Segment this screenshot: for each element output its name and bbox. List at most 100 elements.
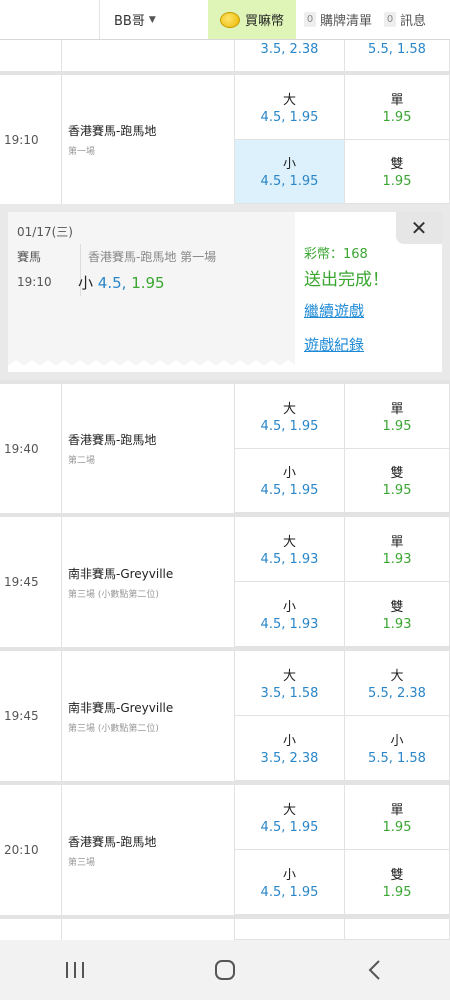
- odds-value: 1.95: [382, 483, 412, 499]
- odds-cell-small[interactable]: 小 4.5, 1.93: [235, 582, 345, 647]
- race-time: [0, 40, 62, 71]
- odds-cell-small[interactable]: 小 3.5, 2.38: [235, 716, 345, 781]
- odds-value: 5.5, 2.38: [368, 686, 426, 701]
- odds-cell-big[interactable]: 大 4.5, 1.95: [235, 384, 345, 449]
- odds-value: 5.5, 1.58: [368, 42, 426, 57]
- odds-cell-small[interactable]: 小 4.5, 1.95: [235, 448, 345, 513]
- bet-date: 01/17(三): [17, 225, 73, 239]
- odds-cell-big-alt[interactable]: 大 5.5, 2.38: [345, 651, 450, 716]
- home-icon: [215, 960, 235, 980]
- odds-value: 1.95: [382, 109, 412, 125]
- odds-cell-even[interactable]: 雙 1.95: [345, 448, 450, 513]
- odds-label: 小: [282, 868, 296, 883]
- bet-sport: 賽馬: [17, 250, 42, 264]
- recent-apps-button[interactable]: [35, 950, 115, 990]
- bet-selection: 小 4.5, 1.95: [78, 272, 165, 293]
- odds-value: 1.95: [382, 174, 412, 190]
- odds-cell[interactable]: 5.5, 1.58: [345, 40, 450, 72]
- race-venue: 香港賽馬-跑馬地: [68, 433, 157, 447]
- odds-label: 小: [282, 734, 296, 749]
- odds-label: 單: [390, 401, 404, 417]
- odds-cell-even[interactable]: 雙 1.95: [345, 139, 450, 204]
- odds-value: 4.5, 1.93: [260, 617, 319, 632]
- continue-game-link[interactable]: 繼續遊戲: [304, 300, 364, 321]
- odds-label: 小: [282, 157, 296, 173]
- messages-button[interactable]: 0 訊息: [376, 0, 450, 39]
- odds-label: 單: [390, 92, 404, 108]
- odds-grid: 大 4.5, 1.95 單 1.95 小 4.5, 1.95 雙 1.95: [235, 384, 450, 513]
- game-history-link[interactable]: 遊戲紀錄: [304, 334, 364, 355]
- race-time: 19:45: [0, 517, 62, 647]
- odds-cell-big[interactable]: 大 4.5, 1.95: [235, 75, 345, 140]
- race-info: 香港賽馬-跑馬地 第三場: [62, 785, 235, 915]
- odds-label: 雙: [390, 600, 404, 615]
- odds-cell-odd[interactable]: 單 1.95: [345, 75, 450, 140]
- odds-cell[interactable]: [345, 919, 450, 940]
- race-time: 20:10: [0, 785, 62, 915]
- race-number: 第三場: [68, 857, 96, 868]
- odds-cell-odd[interactable]: 單 1.93: [345, 517, 450, 582]
- odds-cell-even[interactable]: 雙 1.93: [345, 582, 450, 647]
- odds-value: 4.5, 1.95: [260, 885, 319, 900]
- race-number: 第三場 (小數點第二位): [68, 723, 159, 734]
- odds-grid: [235, 919, 450, 940]
- odds-cell-odd[interactable]: 單 1.95: [345, 384, 450, 449]
- top-bar-spacer: [0, 0, 100, 39]
- odds-label: 雙: [390, 157, 404, 173]
- system-nav-bar: [0, 940, 450, 1000]
- buy-coins-button[interactable]: 買嘛幣: [208, 0, 296, 39]
- odds-grid: 3.5, 2.38 5.5, 1.58: [235, 40, 450, 72]
- odds-cell-small-selected[interactable]: 小 4.5, 1.95: [235, 139, 345, 204]
- recent-apps-icon: [66, 962, 84, 978]
- odds-label: 大: [282, 535, 296, 550]
- odds-cell-big[interactable]: 大 4.5, 1.93: [235, 517, 345, 582]
- back-icon: [368, 960, 380, 980]
- odds-label: 大: [282, 669, 296, 684]
- odds-value: 4.5, 1.95: [260, 174, 319, 190]
- odds-cell-big[interactable]: 大 3.5, 1.58: [235, 651, 345, 716]
- odds-value: 1.93: [382, 552, 412, 567]
- odds-value: 5.5, 1.58: [368, 751, 426, 766]
- odds-label: 小: [282, 466, 296, 482]
- bet-line: 4.5,: [97, 274, 127, 292]
- race-number: 第二場: [68, 456, 96, 466]
- race-row: 19:45 南非賽馬-Greyville 第三場 (小數點第二位) 大 3.5,…: [0, 647, 450, 781]
- race-time: 19:45: [0, 651, 62, 781]
- close-icon: ✕: [410, 216, 428, 240]
- odds-cell-small[interactable]: 小 4.5, 1.95: [235, 850, 345, 915]
- race-row: 20:10 香港賽馬-跑馬地 第三場 大 4.5, 1.95 單 1.95 小 …: [0, 781, 450, 915]
- race-info: [62, 919, 235, 940]
- odds-label: 大: [282, 92, 296, 108]
- cart-button[interactable]: 0 購牌清單: [296, 0, 376, 39]
- home-button[interactable]: [185, 950, 265, 990]
- odds-value: 4.5, 1.93: [260, 552, 319, 567]
- odds-label: 大: [390, 669, 404, 684]
- odds-value: 3.5, 2.38: [260, 751, 319, 766]
- race-row-partial: 3.5, 2.38 5.5, 1.58: [0, 40, 450, 72]
- bet-ticket: 01/17(三) 賽馬 香港賽馬-跑馬地 第一場 19:10 小 4.5, 1.…: [8, 212, 295, 372]
- odds-value: 1.95: [382, 885, 412, 900]
- odds-cell-small-alt[interactable]: 小 5.5, 1.58: [345, 716, 450, 781]
- odds-cell-big[interactable]: 大 4.5, 1.95: [235, 785, 345, 850]
- odds-cell[interactable]: 3.5, 2.38: [235, 40, 345, 72]
- caret-down-icon: ▼: [148, 14, 156, 25]
- bet-race: 香港賽馬-跑馬地 第一場: [88, 250, 217, 264]
- odds-value: 4.5, 1.95: [260, 109, 319, 125]
- bet-label: 小: [78, 274, 94, 292]
- race-row: 19:10 香港賽馬-跑馬地 第一場 大 4.5, 1.95 單 1.95 小 …: [0, 71, 450, 204]
- bet-confirmation-area: 01/17(三) 賽馬 香港賽馬-跑馬地 第一場 19:10 小 4.5, 1.…: [0, 204, 450, 380]
- ticket-edge: [8, 360, 295, 372]
- back-button[interactable]: [335, 950, 415, 990]
- buy-coins-label: 買嘛幣: [244, 14, 284, 29]
- user-menu[interactable]: BB哥 ▼: [100, 0, 208, 39]
- coin-icon: [219, 11, 240, 28]
- race-info: 香港賽馬-跑馬地 第一場: [62, 75, 235, 204]
- close-button[interactable]: ✕: [396, 212, 442, 244]
- odds-cell[interactable]: [235, 919, 345, 940]
- odds-cell-even[interactable]: 雙 1.95: [345, 850, 450, 915]
- odds-label: 單: [390, 803, 404, 818]
- race-time: 19:40: [0, 384, 62, 513]
- race-venue: 南非賽馬-Greyville: [68, 566, 174, 581]
- odds-label: 雙: [390, 466, 404, 482]
- odds-cell-odd[interactable]: 單 1.95: [345, 785, 450, 850]
